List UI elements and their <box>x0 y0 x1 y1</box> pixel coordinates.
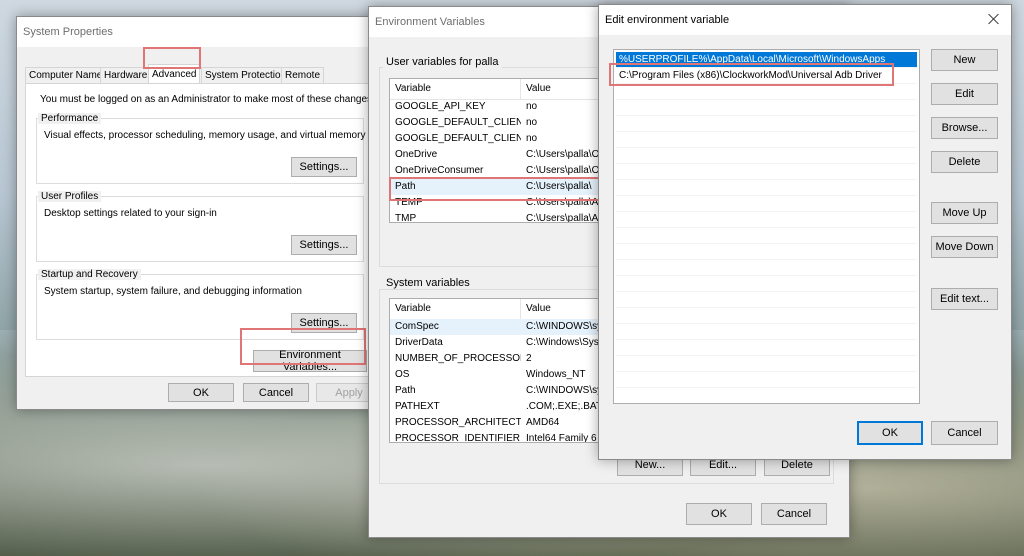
user-variables-table[interactable]: Variable Value GOOGLE_API_KEY no GOOGLE_D… <box>389 78 621 223</box>
system-variables-table[interactable]: Variable Value ComSpec C:\WINDOWS\sy Driv… <box>389 298 621 443</box>
user-profiles-label: User Profiles <box>38 191 102 202</box>
table-row[interactable]: ComSpec C:\WINDOWS\sy <box>390 319 620 335</box>
edit-text-button[interactable]: Edit text... <box>931 288 998 310</box>
list-row-empty <box>616 260 917 276</box>
variable-cell: Path <box>395 385 416 396</box>
cancel-button[interactable]: Cancel <box>243 383 309 402</box>
list-row-empty <box>616 340 917 356</box>
variable-cell: GOOGLE_DEFAULT_CLIENT... <box>395 133 521 144</box>
user-profiles-settings-button[interactable]: Settings... <box>291 235 357 255</box>
table-row[interactable]: PROCESSOR_IDENTIFIER Intel64 Family 6 <box>390 431 620 443</box>
browse-button[interactable]: Browse... <box>931 117 998 139</box>
variable-cell: PROCESSOR_ARCHITECTU... <box>395 417 521 428</box>
list-row-empty <box>616 84 917 100</box>
table-row[interactable]: PATHEXT .COM;.EXE;.BAT;. <box>390 399 620 415</box>
variable-cell: DriverData <box>395 337 443 348</box>
path-entries-list[interactable]: %USERPROFILE%\AppData\Local\Microsoft\Wi… <box>613 49 920 404</box>
system-variables-label: System variables <box>383 277 473 289</box>
table-row[interactable]: OneDrive C:\Users\palla\O <box>390 147 620 163</box>
list-row-empty <box>616 276 917 292</box>
variable-cell: GOOGLE_API_KEY <box>395 101 486 112</box>
environment-variables-button[interactable]: Environment Variables... <box>253 349 367 373</box>
table-row[interactable]: GOOGLE_DEFAULT_CLIENT...no <box>390 115 620 131</box>
move-down-button[interactable]: Move Down <box>931 236 998 258</box>
user-variables-label: User variables for palla <box>383 56 502 68</box>
variable-cell: ComSpec <box>395 321 439 332</box>
table-row[interactable]: TEMP C:\Users\palla\A <box>390 195 620 211</box>
variable-cell: NUMBER_OF_PROCESSORS <box>395 353 521 364</box>
column-variable[interactable]: Variable <box>390 299 521 319</box>
move-up-button[interactable]: Move Up <box>931 202 998 224</box>
cancel-button[interactable]: Cancel <box>761 503 827 525</box>
tab-hardware[interactable]: Hardware <box>100 67 152 83</box>
performance-settings-button[interactable]: Settings... <box>291 157 357 177</box>
close-icon[interactable] <box>987 12 1001 26</box>
window-title: Edit environment variable <box>599 5 1011 35</box>
startup-recovery-label: Startup and Recovery <box>38 269 141 280</box>
edit-environment-variable-window: Edit environment variable %USERPROFILE%\… <box>598 4 1012 460</box>
ok-button[interactable]: OK <box>857 421 923 445</box>
window-title: System Properties <box>17 17 384 47</box>
new-entry-button[interactable]: New <box>931 49 998 71</box>
system-properties-window: System Properties Computer Name Hardware… <box>16 16 385 410</box>
cancel-button[interactable]: Cancel <box>931 421 998 445</box>
variable-cell: Path <box>395 181 416 192</box>
tab-remote[interactable]: Remote <box>281 67 325 83</box>
list-row-empty <box>616 356 917 372</box>
list-row-empty <box>616 308 917 324</box>
startup-settings-button[interactable]: Settings... <box>291 313 357 333</box>
list-row-empty <box>616 116 917 132</box>
table-row[interactable]: PROCESSOR_ARCHITECTU...AMD64 <box>390 415 620 431</box>
table-row[interactable]: TMP C:\Users\palla\A <box>390 211 620 223</box>
variable-cell: OS <box>395 369 410 380</box>
column-variable[interactable]: Variable <box>390 79 521 99</box>
delete-entry-button[interactable]: Delete <box>931 151 998 173</box>
table-row[interactable]: Path C:\WINDOWS\sy <box>390 383 620 399</box>
variable-cell: TMP <box>395 213 417 223</box>
list-item[interactable]: %USERPROFILE%\AppData\Local\Microsoft\Wi… <box>616 52 917 68</box>
list-row-empty <box>616 244 917 260</box>
list-row-empty <box>616 372 917 388</box>
table-row[interactable]: Path C:\Users\palla\ <box>390 179 620 195</box>
startup-recovery-desc: System startup, system failure, and debu… <box>44 286 302 297</box>
table-header: Variable Value <box>390 299 620 320</box>
list-row-empty <box>616 132 917 148</box>
ok-button[interactable]: OK <box>686 503 752 525</box>
performance-label: Performance <box>38 113 102 124</box>
tab-advanced[interactable]: Advanced <box>148 64 201 84</box>
list-row-empty <box>616 212 917 228</box>
ok-button[interactable]: OK <box>168 383 234 402</box>
list-row-empty <box>616 292 917 308</box>
table-row[interactable]: DriverData C:\Windows\Sys <box>390 335 620 351</box>
user-profiles-desc: Desktop settings related to your sign-in <box>44 208 217 219</box>
variable-cell: TEMP <box>395 197 423 208</box>
table-row[interactable]: GOOGLE_API_KEY no <box>390 99 620 115</box>
variable-cell: PROCESSOR_IDENTIFIER <box>395 433 521 443</box>
list-row-empty <box>616 228 917 244</box>
variable-cell: OneDriveConsumer <box>395 165 484 176</box>
variable-cell: GOOGLE_DEFAULT_CLIENT... <box>395 117 521 128</box>
list-item[interactable]: C:\Program Files (x86)\ClockworkMod\Univ… <box>616 68 917 84</box>
admin-note: You must be logged on as an Administrato… <box>40 94 375 105</box>
variable-cell: PATHEXT <box>395 401 440 412</box>
tab-system-protection[interactable]: System Protection <box>201 67 291 83</box>
tab-computer-name[interactable]: Computer Name <box>25 67 107 83</box>
list-row-empty <box>616 196 917 212</box>
table-row[interactable]: NUMBER_OF_PROCESSORS 2 <box>390 351 620 367</box>
list-row-empty <box>616 164 917 180</box>
table-header: Variable Value <box>390 79 620 100</box>
performance-desc: Visual effects, processor scheduling, me… <box>44 130 366 141</box>
table-row[interactable]: OneDriveConsumer C:\Users\palla\O <box>390 163 620 179</box>
variable-cell: OneDrive <box>395 149 438 160</box>
table-row[interactable]: OS Windows_NT <box>390 367 620 383</box>
advanced-tab-panel: You must be logged on as an Administrato… <box>25 83 375 377</box>
list-row-empty <box>616 180 917 196</box>
edit-entry-button[interactable]: Edit <box>931 83 998 105</box>
table-row[interactable]: GOOGLE_DEFAULT_CLIENT...no <box>390 131 620 147</box>
list-row-empty <box>616 324 917 340</box>
list-row-empty <box>616 148 917 164</box>
list-row-empty <box>616 100 917 116</box>
